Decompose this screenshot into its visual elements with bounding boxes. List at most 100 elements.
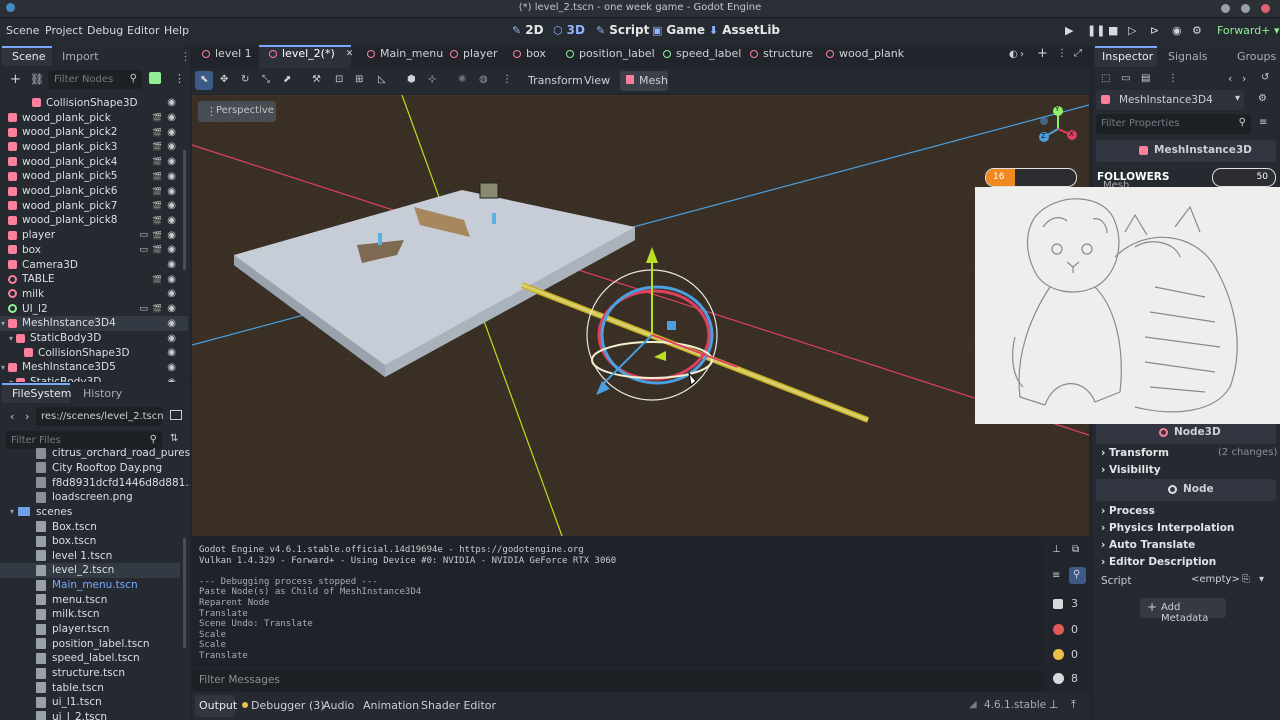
- split-view-icon[interactable]: [170, 410, 182, 420]
- scene-tree-node[interactable]: wood_plank_pick6 🎬 ◉: [0, 184, 188, 199]
- pause-icon[interactable]: ❚❚: [1087, 24, 1105, 37]
- sort-icon[interactable]: ⇅: [170, 433, 178, 444]
- file-item[interactable]: City Rooftop Day.png: [10, 461, 180, 476]
- tab-audio[interactable]: Audio: [323, 699, 354, 712]
- tab-output[interactable]: Output: [199, 699, 237, 712]
- expand-arrow-icon[interactable]: ▾: [0, 363, 8, 372]
- rotate-tool-icon[interactable]: ↻: [241, 74, 249, 85]
- section-physics-interpolation[interactable]: › Physics Interpolation: [1101, 522, 1234, 534]
- visibility-eye-icon[interactable]: ◉: [167, 259, 176, 270]
- visibility-eye-icon[interactable]: ◉: [167, 200, 176, 211]
- environment-icon[interactable]: ◍: [479, 74, 488, 85]
- scene-tree-node[interactable]: ▾ MeshInstance3D4 ◉: [0, 316, 188, 331]
- close-window-icon[interactable]: [1261, 4, 1270, 13]
- scene-tab[interactable]: speed_label: [663, 47, 741, 60]
- file-item[interactable]: level_2.tscn: [0, 563, 180, 578]
- move-tool-icon[interactable]: ✥: [220, 74, 228, 85]
- visibility-eye-icon[interactable]: ◉: [167, 230, 176, 241]
- workspace-3d[interactable]: ⬡ 3D: [553, 23, 585, 37]
- node-select[interactable]: MeshInstance3D4 ▾: [1096, 90, 1244, 110]
- distraction-free-icon[interactable]: ⤢: [1074, 48, 1082, 59]
- visibility-eye-icon[interactable]: ◉: [167, 171, 176, 182]
- tab-debugger[interactable]: Debugger (3): [251, 699, 325, 712]
- visibility-eye-icon[interactable]: ◉: [167, 377, 176, 382]
- ruler-icon[interactable]: ⚒: [312, 74, 321, 85]
- file-item[interactable]: f8d8931dcfd1446d8d881...: [10, 475, 190, 490]
- file-item[interactable]: ui_l_2.tscn: [10, 710, 180, 720]
- tab-inspector[interactable]: Inspector: [1102, 50, 1153, 63]
- menu-debug[interactable]: Debug: [87, 24, 123, 37]
- visibility-eye-icon[interactable]: ◉: [167, 347, 176, 358]
- forward-icon[interactable]: ›: [25, 410, 29, 423]
- visibility-eye-icon[interactable]: ◉: [167, 303, 176, 314]
- renderer-select[interactable]: Forward+ ▾: [1217, 24, 1279, 37]
- scene-tree-node[interactable]: CollisionShape3D ◉: [0, 345, 188, 360]
- section-process[interactable]: › Process: [1101, 505, 1155, 517]
- filter-properties-input[interactable]: Filter Properties ⚲: [1096, 114, 1251, 134]
- scene-tree-node[interactable]: Camera3D ◉: [0, 257, 188, 272]
- scene-tree-node[interactable]: ▾ StaticBody3D ◉: [0, 331, 188, 346]
- tab-import[interactable]: Import: [62, 50, 99, 63]
- scale-tool-icon[interactable]: ⤡: [262, 74, 270, 85]
- file-item[interactable]: menu.tscn: [10, 593, 180, 608]
- pin-icon[interactable]: ⊥: [1049, 698, 1059, 711]
- tabs-menu-icon[interactable]: ⋮: [1057, 48, 1067, 59]
- scene-tree-node[interactable]: wood_plank_pick2 🎬 ◉: [0, 125, 188, 140]
- visibility-eye-icon[interactable]: ◉: [167, 318, 176, 329]
- open-resource-icon[interactable]: ▭: [1121, 73, 1130, 84]
- scene-tree-node[interactable]: wood_plank_pick3 🎬 ◉: [0, 140, 188, 155]
- open-scene-icon[interactable]: 🎬: [152, 113, 162, 122]
- group-icon[interactable]: ⊞: [355, 74, 363, 85]
- scene-tab[interactable]: wood_plank: [826, 47, 904, 60]
- section-transform[interactable]: › Transform: [1101, 447, 1169, 459]
- visibility-eye-icon[interactable]: ◉: [167, 97, 176, 108]
- file-item[interactable]: structure.tscn: [10, 666, 180, 681]
- open-scene-icon[interactable]: 🎬: [152, 304, 162, 313]
- file-item[interactable]: ui_l1.tscn: [10, 695, 180, 710]
- folder-item[interactable]: ▾ scenes: [10, 505, 180, 520]
- tab-shader-editor[interactable]: Shader Editor: [421, 699, 496, 712]
- scene-tree-node[interactable]: ▾ MeshInstance3D5 ◉: [0, 360, 188, 375]
- section-editor-description[interactable]: › Editor Description: [1101, 556, 1216, 568]
- scene-tree-node[interactable]: wood_plank_pick 🎬 ◉: [0, 110, 188, 125]
- clear-output-icon[interactable]: ⊥: [1052, 544, 1061, 555]
- filter-options-icon[interactable]: ≡: [1259, 117, 1267, 128]
- scene-tab[interactable]: level 1: [202, 47, 252, 60]
- path-field[interactable]: res://scenes/level_2.tscn: [36, 407, 164, 426]
- menu-editor[interactable]: Editor: [127, 24, 160, 37]
- add-node-icon[interactable]: +: [10, 72, 21, 87]
- scene-tab[interactable]: position_label: [566, 47, 655, 60]
- scene-tree-node[interactable]: wood_plank_pick4 🎬 ◉: [0, 154, 188, 169]
- save-resource-icon[interactable]: ▤: [1141, 73, 1150, 84]
- tab-signals[interactable]: Signals: [1168, 50, 1208, 63]
- file-item[interactable]: player.tscn: [10, 622, 180, 637]
- scene-tree-node[interactable]: ▾ StaticBody3D ◉: [0, 375, 188, 382]
- workspace-assetlib[interactable]: ⬇ AssetLib: [709, 23, 780, 37]
- add-tab-icon[interactable]: +: [1037, 46, 1048, 61]
- file-item[interactable]: box.tscn: [10, 534, 180, 549]
- open-scene-icon[interactable]: 🎬: [152, 187, 162, 196]
- tab-history[interactable]: History: [83, 387, 122, 400]
- error-icon[interactable]: [1053, 624, 1064, 635]
- transform-menu[interactable]: Transform: [528, 74, 583, 87]
- orientation-gizmo[interactable]: Y X Z: [1034, 105, 1082, 153]
- file-item[interactable]: table.tscn: [10, 680, 180, 695]
- maximize-icon[interactable]: [1241, 4, 1250, 13]
- dock-options-icon[interactable]: ⋮: [174, 72, 185, 85]
- remote-debug-icon[interactable]: ⚙: [1192, 24, 1202, 37]
- movie-icon[interactable]: ◉: [1172, 24, 1182, 37]
- menu-scene[interactable]: Scene: [6, 24, 40, 37]
- file-item[interactable]: speed_label.tscn: [10, 651, 180, 666]
- script-icon[interactable]: ▭: [139, 230, 148, 240]
- back-icon[interactable]: ‹: [10, 410, 14, 423]
- scene-tab[interactable]: level_2(*) ✕: [269, 47, 353, 60]
- 3d-viewport[interactable]: ⋮ Perspective Y X Z: [192, 95, 1089, 536]
- open-scene-icon[interactable]: 🎬: [152, 201, 162, 210]
- file-item[interactable]: loadscreen.png: [10, 490, 180, 505]
- tab-scroll-icon[interactable]: ◐: [1009, 49, 1018, 60]
- filter-lines-icon[interactable]: ≡: [1052, 570, 1060, 581]
- visibility-eye-icon[interactable]: ◉: [167, 186, 176, 197]
- visibility-eye-icon[interactable]: ◉: [167, 127, 176, 138]
- visibility-eye-icon[interactable]: ◉: [167, 333, 176, 344]
- messages-icon[interactable]: [1053, 599, 1063, 609]
